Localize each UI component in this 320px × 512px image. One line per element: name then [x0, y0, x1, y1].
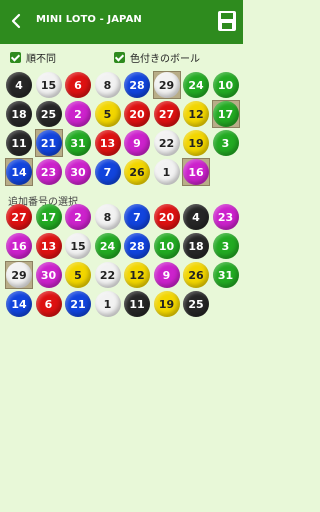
main-ball-31[interactable]: 31 — [65, 130, 91, 156]
main-ball-9[interactable]: 9 — [124, 130, 150, 156]
option-unordered-label: 順不同 — [26, 53, 56, 65]
main-ball-19[interactable]: 19 — [183, 130, 209, 156]
bonus-ball-14[interactable]: 14 — [6, 291, 32, 317]
main-ball-29[interactable]: 29 — [153, 72, 180, 98]
bonus-ball-28[interactable]: 28 — [124, 233, 150, 259]
bonus-ball-25[interactable]: 25 — [183, 291, 209, 317]
back-arrow-icon[interactable] — [8, 12, 26, 30]
main-ball-1[interactable]: 1 — [153, 159, 180, 185]
main-ball-16[interactable]: 16 — [183, 159, 209, 185]
bonus-ball-18[interactable]: 18 — [183, 233, 209, 259]
main-ball-12[interactable]: 12 — [183, 101, 209, 127]
main-ball-28[interactable]: 28 — [124, 72, 150, 98]
bonus-ball-10[interactable]: 10 — [153, 233, 180, 259]
bonus-ball-21[interactable]: 21 — [65, 291, 91, 317]
save-icon[interactable] — [217, 10, 237, 32]
bonus-ball-19[interactable]: 19 — [153, 291, 180, 317]
bonus-ball-13[interactable]: 13 — [35, 233, 62, 259]
bonus-ball-9[interactable]: 9 — [153, 262, 180, 288]
bonus-ball-30[interactable]: 30 — [35, 262, 62, 288]
bonus-ball-20[interactable]: 20 — [153, 204, 180, 230]
main-ball-27[interactable]: 27 — [153, 101, 180, 127]
checkbox-unordered[interactable] — [10, 51, 21, 63]
bonus-ball-27[interactable]: 27 — [6, 204, 32, 230]
bonus-ball-12[interactable]: 12 — [124, 262, 150, 288]
bonus-ball-24[interactable]: 24 — [94, 233, 121, 259]
main-ball-6[interactable]: 6 — [65, 72, 91, 98]
main-ball-15[interactable]: 15 — [35, 72, 62, 98]
bonus-ball-7[interactable]: 7 — [124, 204, 150, 230]
bonus-ball-31[interactable]: 31 — [212, 262, 239, 288]
main-ball-21[interactable]: 21 — [35, 130, 62, 156]
bonus-ball-23[interactable]: 23 — [212, 204, 239, 230]
option-colored-balls-label: 色付きのボール — [130, 53, 200, 65]
bonus-ball-29[interactable]: 29 — [6, 262, 32, 288]
bonus-ball-5[interactable]: 5 — [65, 262, 91, 288]
bonus-ball-17[interactable]: 17 — [35, 204, 62, 230]
main-ball-23[interactable]: 23 — [35, 159, 62, 185]
main-ball-25[interactable]: 25 — [35, 101, 62, 127]
main-ball-24[interactable]: 24 — [183, 72, 209, 98]
bonus-ball-16[interactable]: 16 — [6, 233, 32, 259]
main-ball-7[interactable]: 7 — [94, 159, 121, 185]
bonus-ball-15[interactable]: 15 — [65, 233, 91, 259]
main-ball-20[interactable]: 20 — [124, 101, 150, 127]
option-colored-balls[interactable]: 色付きのボール — [114, 50, 200, 65]
main-ball-17[interactable]: 17 — [212, 101, 239, 127]
bonus-ball-8[interactable]: 8 — [94, 204, 121, 230]
page-title: MINI LOTO - JAPAN — [36, 14, 142, 25]
bonus-ball-26[interactable]: 26 — [183, 262, 209, 288]
top-app-bar: MINI LOTO - JAPAN — [0, 0, 243, 44]
checkbox-colored-balls[interactable] — [114, 51, 125, 63]
main-ball-10[interactable]: 10 — [212, 72, 239, 98]
main-ball-13[interactable]: 13 — [94, 130, 121, 156]
main-ball-30[interactable]: 30 — [65, 159, 91, 185]
bonus-ball-1[interactable]: 1 — [94, 291, 121, 317]
bonus-ball-3[interactable]: 3 — [212, 233, 239, 259]
bonus-ball-22[interactable]: 22 — [94, 262, 121, 288]
main-ball-8[interactable]: 8 — [94, 72, 121, 98]
main-ball-22[interactable]: 22 — [153, 130, 180, 156]
main-ball-4[interactable]: 4 — [6, 72, 32, 98]
main-ball-14[interactable]: 14 — [6, 159, 32, 185]
main-ball-2[interactable]: 2 — [65, 101, 91, 127]
main-ball-3[interactable]: 3 — [212, 130, 239, 156]
bonus-ball-4[interactable]: 4 — [183, 204, 209, 230]
main-ball-5[interactable]: 5 — [94, 101, 121, 127]
bonus-ball-11[interactable]: 11 — [124, 291, 150, 317]
bonus-ball-2[interactable]: 2 — [65, 204, 91, 230]
option-unordered[interactable]: 順不同 — [10, 50, 56, 65]
main-ball-18[interactable]: 18 — [6, 101, 32, 127]
main-ball-11[interactable]: 11 — [6, 130, 32, 156]
main-ball-26[interactable]: 26 — [124, 159, 150, 185]
bonus-ball-6[interactable]: 6 — [35, 291, 62, 317]
